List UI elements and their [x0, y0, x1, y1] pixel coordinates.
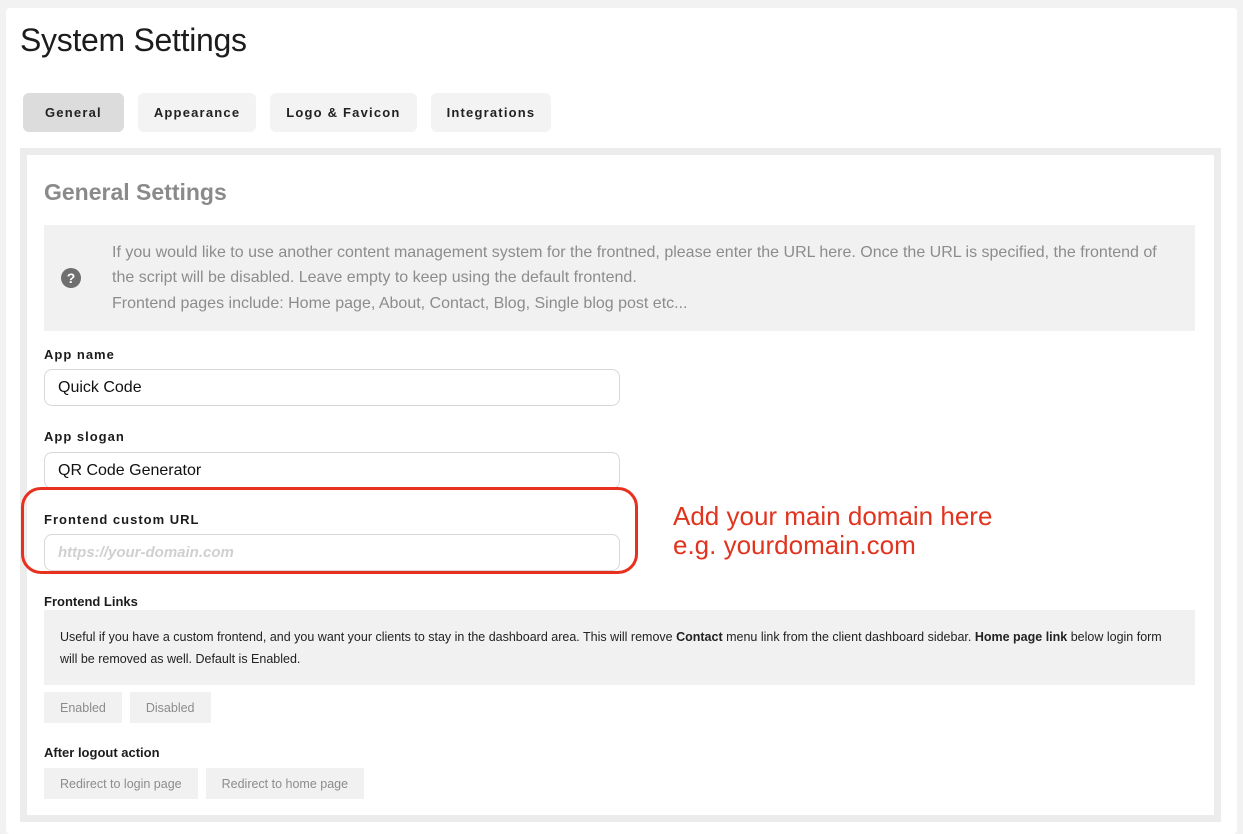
app-slogan-input[interactable] [44, 452, 620, 489]
tab-integrations[interactable]: Integrations [430, 93, 552, 132]
note-text-2: menu link from the client dashboard side… [722, 630, 975, 644]
redirect-home-button[interactable]: Redirect to home page [205, 768, 365, 799]
annotation-line-1: Add your main domain here [673, 501, 993, 531]
note-bold-contact: Contact [676, 630, 723, 644]
section-title: General Settings [44, 179, 227, 205]
frontend-url-input[interactable] [44, 534, 620, 571]
tab-appearance[interactable]: Appearance [137, 93, 257, 132]
annotation-note: Add your main domain here e.g. yourdomai… [673, 502, 992, 560]
note-bold-home-page-link: Home page link [974, 630, 1068, 644]
info-text-line-1: If you would like to use another content… [112, 243, 1157, 287]
annotation-line-2: e.g. yourdomain.com [673, 530, 916, 560]
enabled-button[interactable]: Enabled [44, 692, 122, 723]
info-box: ? If you would like to use another conte… [44, 225, 1195, 331]
page-card: System Settings General Appearance Logo … [6, 8, 1237, 834]
tab-general[interactable]: General [23, 93, 124, 132]
disabled-button[interactable]: Disabled [129, 692, 211, 723]
general-settings-panel: General Settings ? If you would like to … [21, 155, 1214, 815]
info-text: If you would like to use another content… [112, 240, 1195, 317]
note-text-1: Useful if you have a custom frontend, an… [60, 630, 677, 644]
info-text-line-2: Frontend pages include: Home page, About… [112, 294, 688, 312]
after-logout-label: After logout action [44, 745, 160, 760]
page-title: System Settings [20, 22, 247, 58]
settings-tabs: General Appearance Logo & Favicon Integr… [23, 93, 552, 132]
tab-logo-favicon[interactable]: Logo & Favicon [270, 93, 417, 132]
app-name-input[interactable] [44, 369, 620, 406]
frontend-links-note: Useful if you have a custom frontend, an… [44, 610, 1195, 685]
app-slogan-label: App slogan [44, 429, 125, 444]
redirect-login-button[interactable]: Redirect to login page [44, 768, 198, 799]
after-logout-options: Redirect to login page Redirect to home … [44, 768, 365, 799]
frontend-links-label: Frontend Links [44, 594, 138, 609]
frontend-url-label: Frontend custom URL [44, 512, 200, 527]
frontend-links-options: Enabled Disabled [44, 692, 211, 723]
question-circle-icon: ? [61, 268, 81, 288]
app-name-label: App name [44, 347, 115, 362]
settings-panel-frame: General Settings ? If you would like to … [20, 148, 1221, 822]
